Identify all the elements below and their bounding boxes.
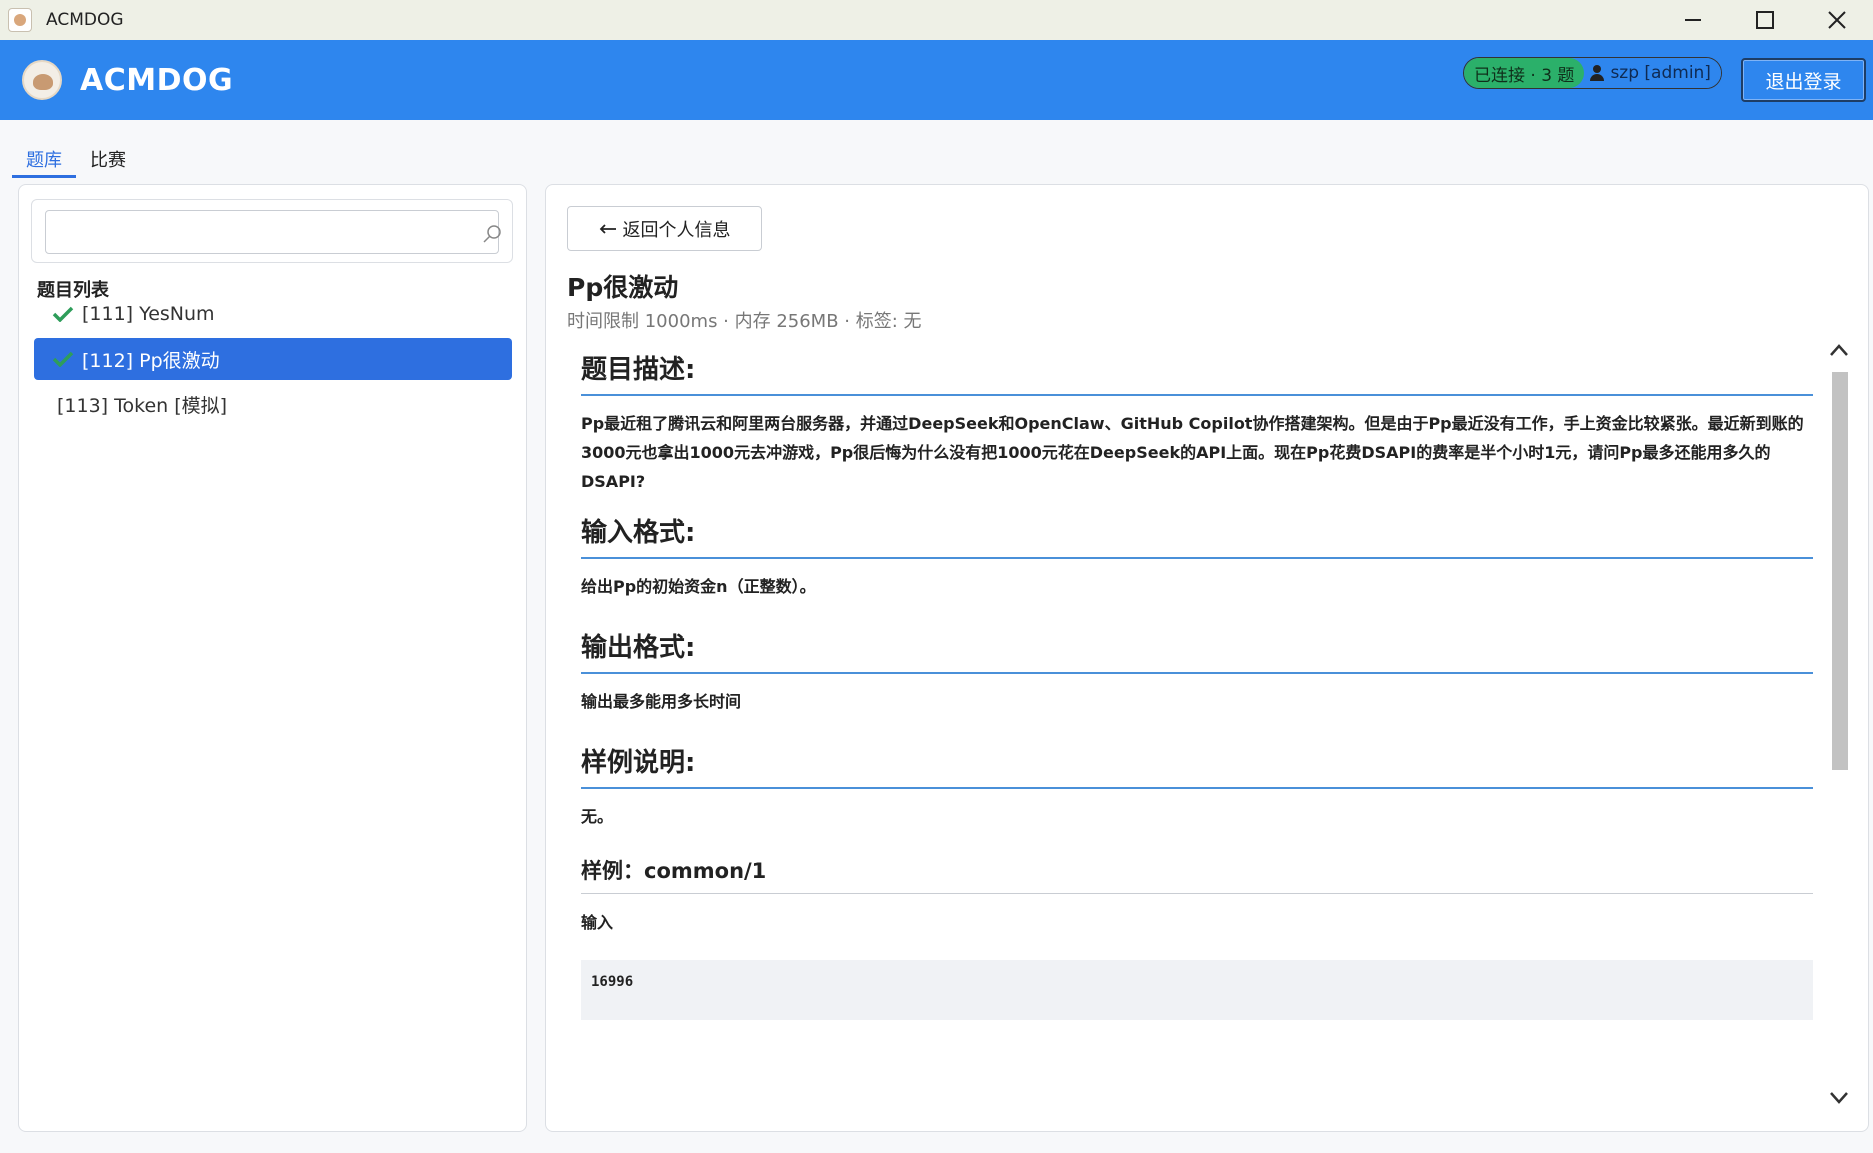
sample-note-text: 无。 — [581, 807, 614, 826]
arrow-left-icon — [599, 223, 616, 234]
chevron-down-icon[interactable] — [1828, 1086, 1850, 1108]
scrollbar-thumb[interactable] — [1832, 372, 1848, 770]
description-text: Pp最近租了腾讯云和阿里两台服务器，并通过DeepSeek和OpenClaw、G… — [581, 414, 1804, 491]
problem-item-label: [112] Pp很激动 — [82, 349, 220, 372]
app-icon — [8, 8, 32, 32]
maximize-icon[interactable] — [1729, 0, 1801, 40]
minimize-icon[interactable] — [1657, 0, 1729, 40]
search-input[interactable] — [45, 210, 499, 254]
output-format-heading: 输出格式: — [581, 627, 1813, 674]
sample-heading: 样例：common/1 — [581, 855, 1813, 894]
check-icon — [52, 306, 74, 322]
logout-button[interactable]: 退出登录 — [1741, 58, 1866, 102]
title-bar: ACMDOG — [0, 0, 1873, 40]
problem-item-label: [113] Token [模拟] — [57, 394, 228, 417]
main-tabs: 题库 比赛 — [0, 136, 1873, 180]
window-controls — [1657, 0, 1873, 40]
problem-item-112[interactable]: [112] Pp很激动 — [34, 338, 512, 380]
chevron-up-icon[interactable] — [1828, 340, 1850, 362]
problem-detail-panel: 返回个人信息 Pp很激动 时间限制 1000ms · 内存 256MB · 标签… — [545, 184, 1869, 1132]
problem-item-111[interactable]: [111] YesNum — [34, 293, 512, 335]
user-icon — [1590, 65, 1605, 81]
back-to-profile-button[interactable]: 返回个人信息 — [567, 206, 762, 251]
content-scrollbar[interactable] — [1828, 340, 1850, 1110]
problem-title: Pp很激动 — [567, 273, 679, 302]
app-header: ACMDOG 已连接 · 3 题 szp [admin] 退出登录 — [0, 40, 1873, 120]
problem-item-label: [111] YesNum — [82, 303, 215, 325]
description-heading: 题目描述: — [581, 349, 1813, 396]
input-format-text: 给出Pp的初始资金n（正整数）。 — [581, 577, 816, 596]
user-badge: szp [admin] — [1584, 58, 1721, 88]
problem-meta: 时间限制 1000ms · 内存 256MB · 标签: 无 — [567, 311, 922, 332]
problem-item-113[interactable]: [113] Token [模拟] — [34, 383, 512, 425]
search-icon[interactable] — [482, 224, 502, 244]
check-icon — [52, 351, 74, 367]
close-icon[interactable] — [1801, 0, 1873, 40]
tab-contest[interactable]: 比赛 — [76, 136, 140, 178]
logo-icon — [22, 60, 62, 100]
tab-problem-bank[interactable]: 题库 — [12, 136, 76, 178]
connection-status-badge: 已连接 · 3 题 — [1464, 58, 1585, 88]
status-group: 已连接 · 3 题 szp [admin] — [1463, 57, 1722, 89]
problem-content: 题目描述: Pp最近租了腾讯云和阿里两台服务器，并通过DeepSeek和Open… — [581, 335, 1813, 1113]
input-format-heading: 输入格式: — [581, 512, 1813, 559]
back-button-label: 返回个人信息 — [622, 219, 731, 241]
problem-list-panel: 题目列表 [111] YesNum [112] Pp很激动 [113] Toke… — [18, 184, 527, 1132]
sample-input-label: 输入 — [581, 913, 614, 932]
sample-input-code: 16996 — [581, 960, 1813, 1020]
output-format-text: 输出最多能用多长时间 — [581, 692, 742, 711]
brand-title: ACMDOG — [80, 62, 234, 98]
window-title: ACMDOG — [46, 10, 124, 30]
search-box — [31, 199, 513, 263]
user-label: szp [admin] — [1610, 63, 1711, 83]
sample-note-heading: 样例说明: — [581, 742, 1813, 789]
